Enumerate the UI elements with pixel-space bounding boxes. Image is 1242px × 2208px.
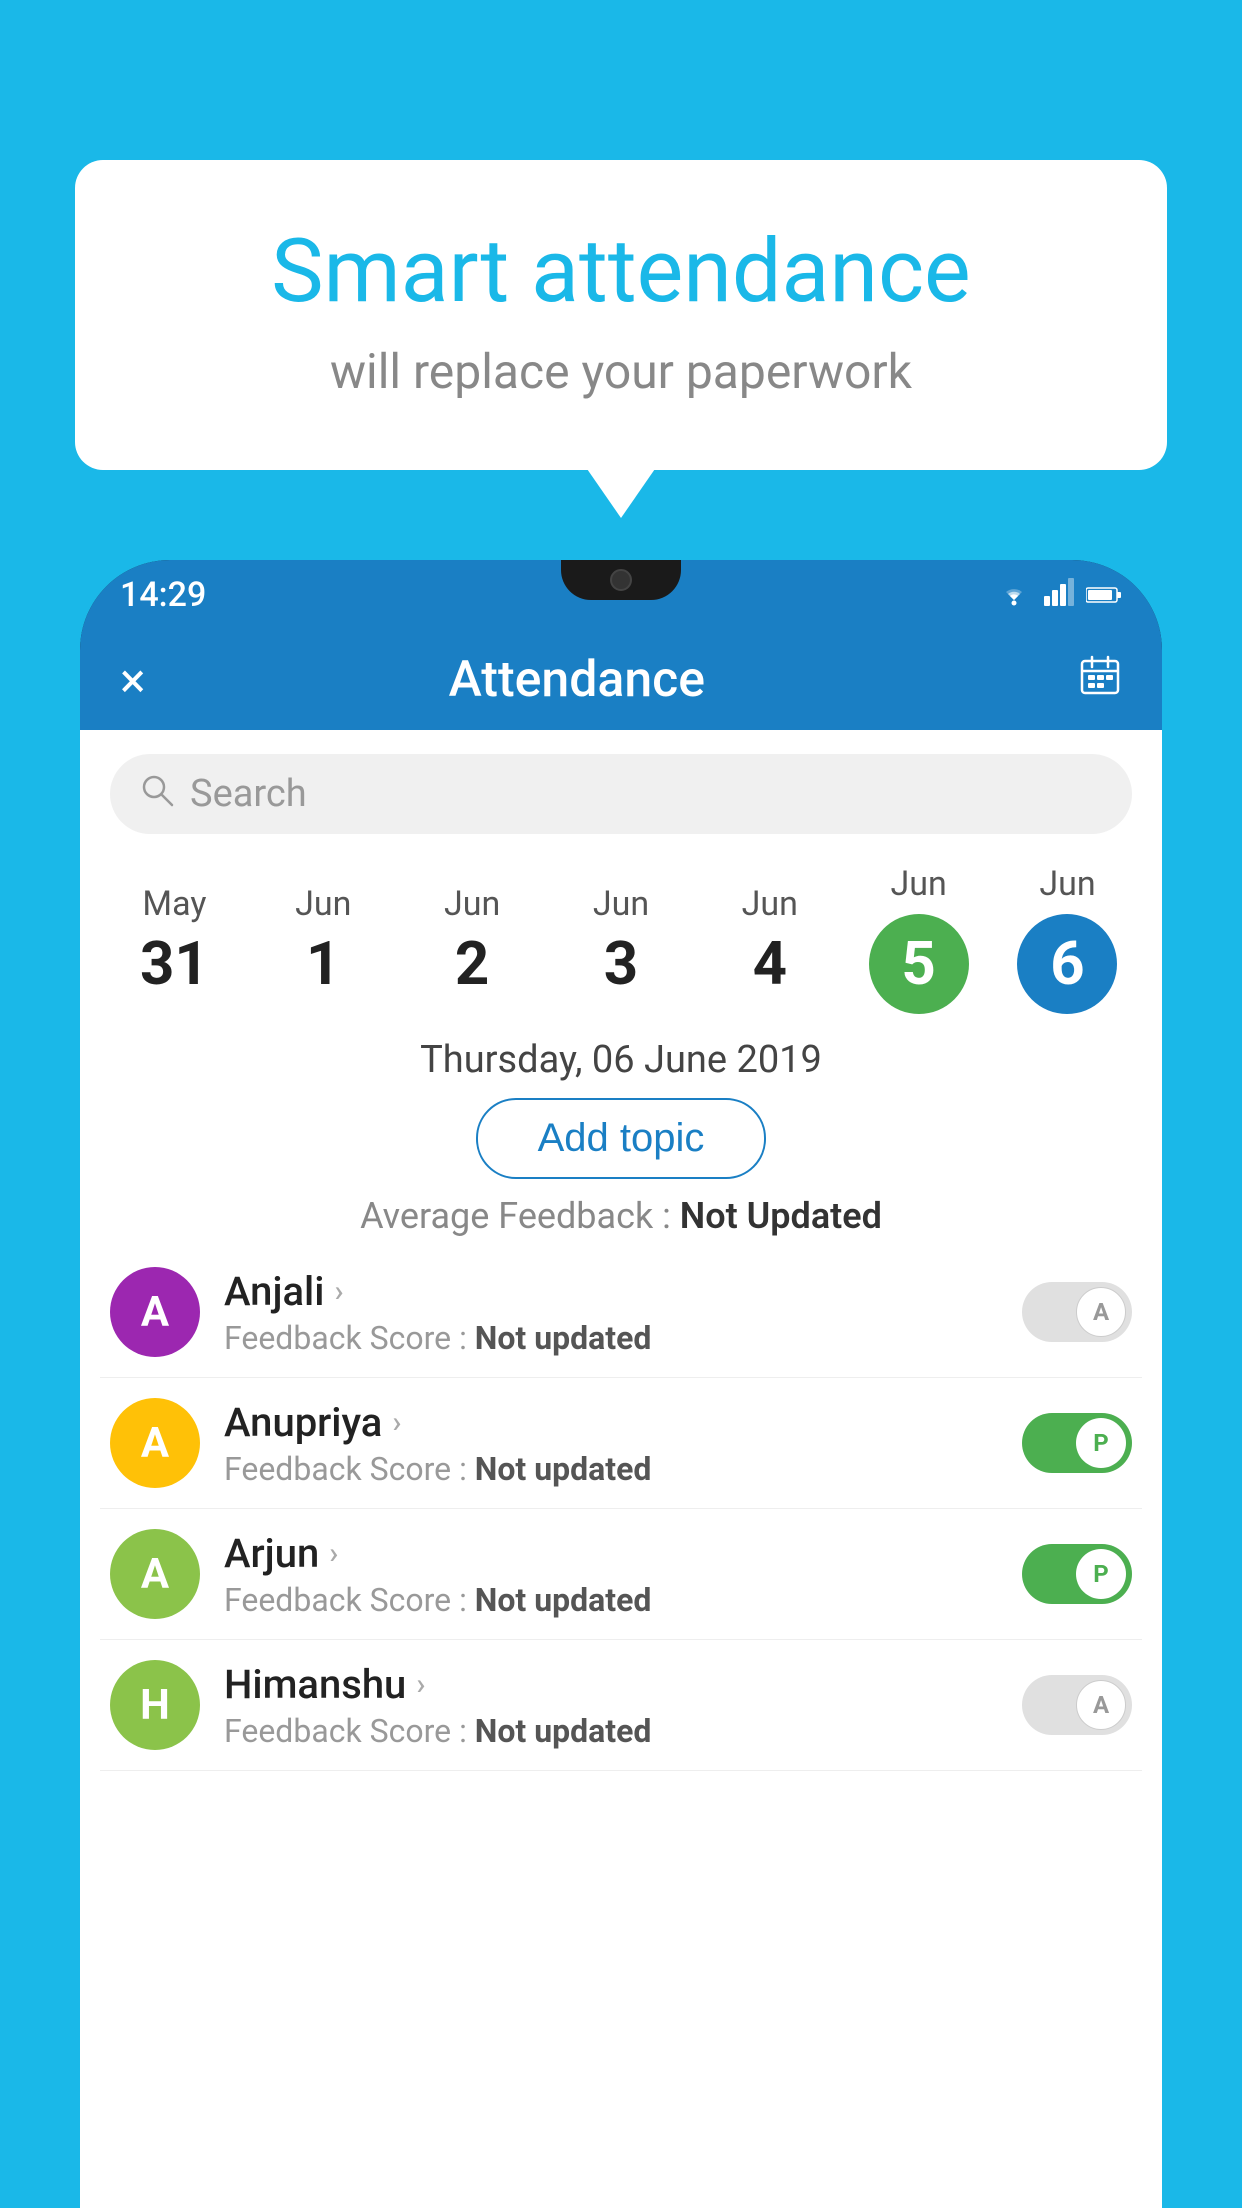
status-time: 14:29 <box>120 575 206 615</box>
chevron-right-icon: › <box>334 1274 343 1309</box>
student-info: Himanshu › Feedback Score : Not updated <box>224 1661 998 1750</box>
list-item: A Anjali › Feedback Score : Not updated … <box>100 1247 1142 1378</box>
calendar-day-jun2[interactable]: Jun 2 <box>412 884 532 994</box>
student-feedback: Feedback Score : Not updated <box>224 1319 998 1357</box>
student-feedback: Feedback Score : Not updated <box>224 1450 998 1488</box>
student-feedback: Feedback Score : Not updated <box>224 1712 998 1750</box>
chevron-right-icon: › <box>392 1405 401 1440</box>
status-bar: 14:29 <box>80 560 1162 630</box>
search-icon <box>140 773 174 816</box>
chevron-right-icon: › <box>416 1667 425 1702</box>
calendar-row: May 31 Jun 1 Jun 2 Jun 3 Jun 4 <box>80 844 1162 1014</box>
calendar-day-jun3[interactable]: Jun 3 <box>561 884 681 994</box>
student-name[interactable]: Himanshu › <box>224 1661 998 1708</box>
phone-content: Search May 31 Jun 1 Jun 2 Jun 3 <box>80 730 1162 2208</box>
chevron-right-icon: › <box>329 1536 338 1571</box>
student-info: Anupriya › Feedback Score : Not updated <box>224 1399 998 1488</box>
average-feedback: Average Feedback : Not Updated <box>80 1195 1162 1237</box>
student-name[interactable]: Anjali › <box>224 1268 998 1315</box>
attendance-toggle[interactable]: A <box>1022 1282 1132 1342</box>
calendar-button[interactable] <box>1078 653 1122 708</box>
list-item: A Arjun › Feedback Score : Not updated P <box>100 1509 1142 1640</box>
phone-frame: 14:29 <box>80 560 1162 2208</box>
attendance-toggle[interactable]: P <box>1022 1413 1132 1473</box>
app-title: Attendance <box>176 651 978 709</box>
student-feedback: Feedback Score : Not updated <box>224 1581 998 1619</box>
avatar: A <box>110 1398 200 1488</box>
calendar-day-jun4[interactable]: Jun 4 <box>710 884 830 994</box>
attendance-toggle[interactable]: A <box>1022 1675 1132 1735</box>
avatar: A <box>110 1267 200 1357</box>
avatar: H <box>110 1660 200 1750</box>
student-name[interactable]: Anupriya › <box>224 1399 998 1446</box>
selected-date-label: Thursday, 06 June 2019 <box>80 1038 1162 1082</box>
battery-icon <box>1086 579 1122 612</box>
wifi-icon <box>996 578 1032 613</box>
attendance-toggle[interactable]: P <box>1022 1544 1132 1604</box>
status-icons <box>996 578 1122 613</box>
student-info: Arjun › Feedback Score : Not updated <box>224 1530 998 1619</box>
calendar-day-jun5[interactable]: Jun 5 <box>859 864 979 1014</box>
student-info: Anjali › Feedback Score : Not updated <box>224 1268 998 1357</box>
calendar-day-may31[interactable]: May 31 <box>114 884 234 994</box>
speech-bubble-title: Smart attendance <box>155 220 1087 323</box>
search-placeholder: Search <box>190 772 307 816</box>
signal-icon <box>1044 578 1074 613</box>
list-item: A Anupriya › Feedback Score : Not update… <box>100 1378 1142 1509</box>
app-bar: × Attendance <box>80 630 1162 730</box>
speech-bubble: Smart attendance will replace your paper… <box>75 160 1167 470</box>
camera <box>610 569 632 591</box>
list-item: H Himanshu › Feedback Score : Not update… <box>100 1640 1142 1771</box>
add-topic-button[interactable]: Add topic <box>476 1098 767 1179</box>
calendar-day-jun6[interactable]: Jun 6 <box>1007 864 1127 1014</box>
notch <box>561 560 681 600</box>
student-list: A Anjali › Feedback Score : Not updated … <box>80 1247 1162 1771</box>
speech-bubble-subtitle: will replace your paperwork <box>155 343 1087 400</box>
avatar: A <box>110 1529 200 1619</box>
student-name[interactable]: Arjun › <box>224 1530 998 1577</box>
close-button[interactable]: × <box>120 652 146 709</box>
calendar-day-jun1[interactable]: Jun 1 <box>263 884 383 994</box>
search-bar[interactable]: Search <box>110 754 1132 834</box>
